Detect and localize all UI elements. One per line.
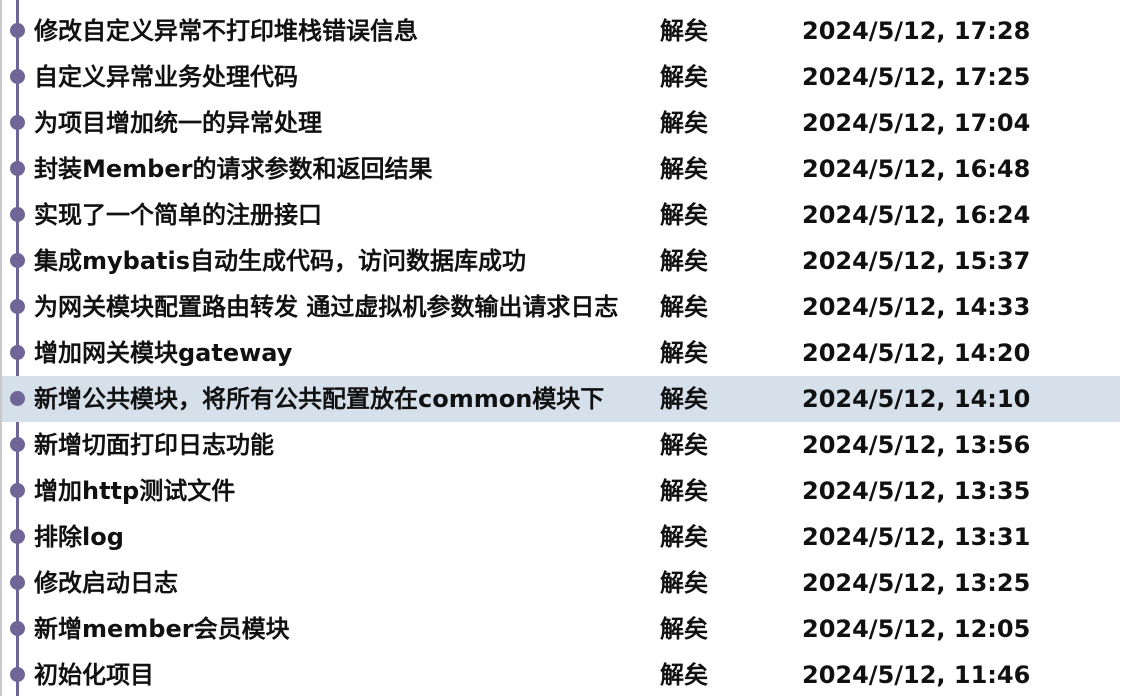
commit-date: 2024/5/12, 17:28 [802, 17, 1031, 45]
commit-row[interactable]: 增加网关模块gateway 解矣 2024/5/12, 14:20 [2, 330, 1120, 376]
commit-row[interactable]: 修改启动日志 解矣 2024/5/12, 13:25 [2, 560, 1120, 606]
commit-dot-icon [10, 483, 25, 498]
commit-dot-icon [10, 207, 25, 222]
commit-message: 封装Member的请求参数和返回结果 [34, 155, 433, 183]
commit-author: 解矣 [660, 615, 708, 643]
commit-author: 解矣 [660, 385, 708, 413]
commit-message: 为项目增加统一的异常处理 [34, 109, 322, 137]
commit-author: 解矣 [660, 109, 708, 137]
commit-row[interactable]: 增加http测试文件 解矣 2024/5/12, 13:35 [2, 468, 1120, 514]
commit-message: 新增切面打印日志功能 [34, 431, 274, 459]
commit-row[interactable]: 新增切面打印日志功能 解矣 2024/5/12, 13:56 [2, 422, 1120, 468]
commit-author: 解矣 [660, 431, 708, 459]
commit-date: 2024/5/12, 16:24 [802, 201, 1031, 229]
commit-dot-icon [10, 69, 25, 84]
commit-message: 修改启动日志 [34, 569, 178, 597]
commit-message: 实现了一个简单的注册接口 [34, 201, 322, 229]
commit-date: 2024/5/12, 16:48 [802, 155, 1031, 183]
commit-row[interactable]: 封装Member的请求参数和返回结果 解矣 2024/5/12, 16:48 [2, 146, 1120, 192]
commit-date: 2024/5/12, 12:05 [802, 615, 1031, 643]
commit-dot-icon [10, 529, 25, 544]
commit-author: 解矣 [660, 293, 708, 321]
commit-author: 解矣 [660, 661, 708, 689]
commit-message: 新增member会员模块 [34, 615, 290, 643]
commit-date: 2024/5/12, 11:46 [802, 661, 1031, 689]
commit-date: 2024/5/12, 17:25 [802, 63, 1031, 91]
commit-dot-icon [10, 161, 25, 176]
commit-author: 解矣 [660, 477, 708, 505]
commit-dot-icon [10, 253, 25, 268]
commit-dot-icon [10, 115, 25, 130]
commit-row[interactable]: 新增member会员模块 解矣 2024/5/12, 12:05 [2, 606, 1120, 652]
commit-date: 2024/5/12, 13:35 [802, 477, 1031, 505]
commit-author: 解矣 [660, 569, 708, 597]
commit-date: 2024/5/12, 13:25 [802, 569, 1031, 597]
commit-log: 修改自定义异常不打印堆栈错误信息 解矣 2024/5/12, 17:28 自定义异常业… [0, 0, 1122, 696]
commit-author: 解矣 [660, 155, 708, 183]
commit-row[interactable]: 集成mybatis自动生成代码，访问数据库成功 解矣 2024/5/12, 15:3… [2, 238, 1120, 284]
commit-date: 2024/5/12, 14:10 [802, 385, 1031, 413]
commit-date: 2024/5/12, 15:37 [802, 247, 1031, 275]
commit-row[interactable]: 为项目增加统一的异常处理 解矣 2024/5/12, 17:04 [2, 100, 1120, 146]
commit-row[interactable]: 新增公共模块，将所有公共配置放在common模块下 解矣 2024/5/12, 14… [2, 376, 1120, 422]
commit-message: 增加网关模块gateway [34, 339, 293, 367]
commit-date: 2024/5/12, 14:33 [802, 293, 1031, 321]
commit-author: 解矣 [660, 17, 708, 45]
commit-message: 自定义异常业务处理代码 [34, 63, 298, 91]
commit-message: 集成mybatis自动生成代码，访问数据库成功 [34, 247, 527, 275]
commit-message: 初始化项目 [34, 661, 154, 689]
commit-dot-icon [10, 23, 25, 38]
commit-date: 2024/5/12, 14:20 [802, 339, 1031, 367]
commit-row[interactable]: 修改自定义异常不打印堆栈错误信息 解矣 2024/5/12, 17:28 [2, 8, 1120, 54]
commit-dot-icon [10, 667, 25, 682]
commit-message: 排除log [34, 523, 124, 551]
commit-dot-icon [10, 299, 25, 314]
commit-date: 2024/5/12, 17:04 [802, 109, 1031, 137]
commit-author: 解矣 [660, 339, 708, 367]
commit-row[interactable]: 排除log 解矣 2024/5/12, 13:31 [2, 514, 1120, 560]
commit-dot-icon [10, 621, 25, 636]
commit-message: 增加http测试文件 [34, 477, 236, 505]
commit-author: 解矣 [660, 63, 708, 91]
commit-message: 修改自定义异常不打印堆栈错误信息 [34, 17, 418, 45]
commit-row[interactable]: 自定义异常业务处理代码 解矣 2024/5/12, 17:25 [2, 54, 1120, 100]
commit-author: 解矣 [660, 247, 708, 275]
commit-date: 2024/5/12, 13:56 [802, 431, 1031, 459]
commit-message: 为网关模块配置路由转发 通过虚拟机参数输出请求日志 [34, 293, 619, 321]
commit-dot-icon [10, 391, 25, 406]
commit-row[interactable]: 初始化项目 解矣 2024/5/12, 11:46 [2, 652, 1120, 696]
commit-dot-icon [10, 575, 25, 590]
commit-dot-icon [10, 437, 25, 452]
commit-message: 新增公共模块，将所有公共配置放在common模块下 [34, 385, 605, 413]
commit-author: 解矣 [660, 201, 708, 229]
commit-author: 解矣 [660, 523, 708, 551]
commit-dot-icon [10, 345, 25, 360]
commit-row[interactable]: 为网关模块配置路由转发 通过虚拟机参数输出请求日志 解矣 2024/5/12, 14… [2, 284, 1120, 330]
commit-row[interactable]: 实现了一个简单的注册接口 解矣 2024/5/12, 16:24 [2, 192, 1120, 238]
commit-date: 2024/5/12, 13:31 [802, 523, 1031, 551]
